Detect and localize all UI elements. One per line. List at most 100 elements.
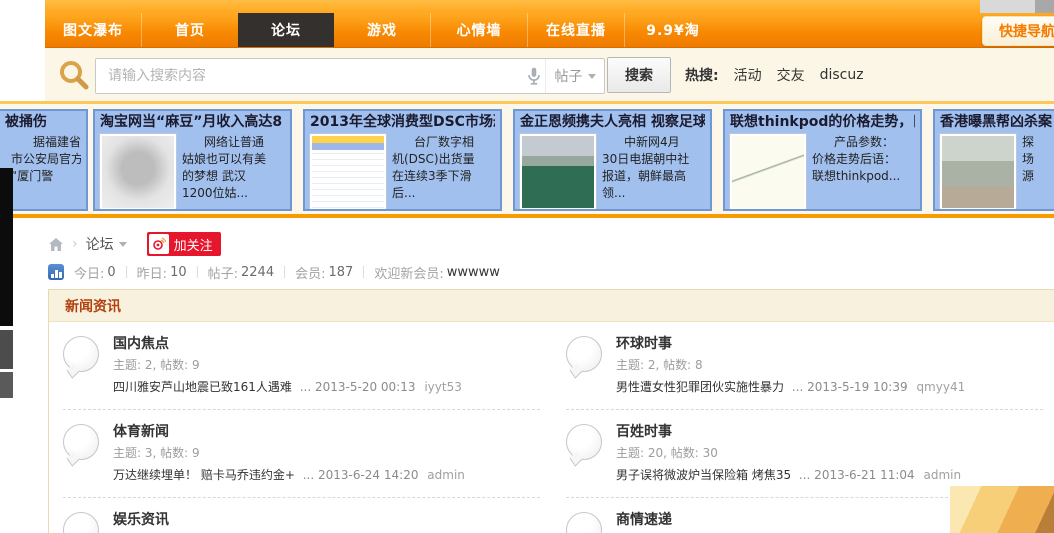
breadcrumb: › 论坛 加关注 xyxy=(48,231,221,257)
news-card[interactable]: 淘宝网当“麻豆”月收入高达8 网络让普通 姑娘也可以有美 的梦想 武汉 1200… xyxy=(93,109,292,211)
browser-scrollbar-thumb[interactable] xyxy=(1035,0,1054,13)
news-card-text: 产品参数： xyxy=(834,135,895,149)
stat-value: 10 xyxy=(170,264,187,280)
news-card-text: 1200位姑... xyxy=(182,186,248,200)
forum-category-title[interactable]: 新闻资讯 xyxy=(65,296,121,316)
forum-title[interactable]: 百姓时事 xyxy=(616,423,1043,442)
stat-label: 今日: xyxy=(74,266,105,282)
forum-stats: 主题: 3, 帖数: 9 xyxy=(113,446,200,460)
forum-title[interactable]: 环球时事 xyxy=(616,335,1043,354)
microphone-icon[interactable] xyxy=(523,65,545,87)
news-thumb-chart xyxy=(729,133,807,209)
news-card-title: 被捅伤 xyxy=(5,114,47,130)
quick-nav-button[interactable]: 快捷导航 xyxy=(982,16,1054,46)
news-card-title: 2013年全球消费型DSC市场恐 xyxy=(310,114,495,130)
forum-title[interactable]: 娱乐资讯 xyxy=(113,511,540,530)
news-card[interactable]: 2013年全球消费型DSC市场恐 台厂数字相 机(DSC)出货量 在连续3季下滑… xyxy=(303,109,502,211)
lastpost-user[interactable]: admin xyxy=(924,468,962,482)
news-card-text: 中新网4月 xyxy=(624,135,680,149)
search-input-group: 帖子 xyxy=(95,58,605,94)
hot-search-label: 热搜: xyxy=(685,67,719,84)
main-navbar: 图文瀑布 首页 论坛 游戏 心情墙 在线直播 9.9¥淘 快捷导航 xyxy=(45,13,1054,48)
tab-taobao[interactable]: 9.9¥淘 xyxy=(624,13,721,47)
stat-label: 帖子: xyxy=(207,266,238,282)
search-button[interactable]: 搜索 xyxy=(607,57,671,93)
lastpost-title[interactable]: 万达继续埋单！ 赔卡马乔违约金+ xyxy=(113,468,295,482)
news-card-text: 领... xyxy=(602,186,626,200)
lastpost-time: ... 2013-5-19 10:39 xyxy=(791,380,908,394)
lastpost-user[interactable]: admin xyxy=(427,468,465,482)
forum-lastpost[interactable]: 万达继续埋单！ 赔卡马乔违约金+ ... 2013-6-24 14:20 adm… xyxy=(113,466,540,484)
left-floating-widget[interactable] xyxy=(0,330,13,369)
lastpost-time: ... 2013-6-24 14:20 xyxy=(302,468,419,482)
page: 图文瀑布 首页 论坛 游戏 心情墙 在线直播 9.9¥淘 快捷导航 帖子 xyxy=(0,0,1054,533)
hot-search: 热搜: 活动 交友 discuz xyxy=(685,48,864,101)
news-card[interactable]: 被捅伤 据福建省厦 市公安局官方 “厦门警 xyxy=(0,109,88,211)
tab-forum[interactable]: 论坛 xyxy=(238,13,334,47)
news-card-title: 联想thinkpod的价格走势，目前 xyxy=(730,114,915,130)
forum-title[interactable]: 国内焦点 xyxy=(113,335,540,354)
search-type-label: 帖子 xyxy=(554,69,583,85)
tab-games[interactable]: 游戏 xyxy=(334,13,430,47)
lastpost-title[interactable]: 四川雅安芦山地震已致161人遇难 xyxy=(113,380,292,394)
forum-lastpost[interactable]: 男子误将微波炉当保险箱 烤焦35 ... 2013-6-21 11:04 adm… xyxy=(616,466,1043,484)
news-card-text: 姑娘也可以有美 xyxy=(182,152,267,166)
search-icon xyxy=(60,61,89,90)
hot-search-item[interactable]: discuz xyxy=(820,67,864,83)
forum-stats: 主题: 2, 帖数: 9 xyxy=(113,358,200,372)
tab-waterfall[interactable]: 图文瀑布 xyxy=(45,13,141,47)
lastpost-user[interactable]: iyyt53 xyxy=(424,380,462,394)
left-floating-widget[interactable] xyxy=(0,168,13,326)
corner-popup-image[interactable] xyxy=(950,486,1054,533)
weibo-icon xyxy=(148,234,169,254)
news-card-text: 30日电据朝中社 xyxy=(602,152,690,166)
forum-item[interactable]: 娱乐资讯 xyxy=(63,498,540,533)
news-card-title: 金正恩频携夫人亮相 视察足球 xyxy=(520,114,705,130)
forum-item[interactable]: 环球时事 主题: 2, 帖数: 8 男性遭女性犯罪团伙实施性暴力 ... 201… xyxy=(566,322,1043,410)
forum-bubble-icon xyxy=(566,512,602,533)
hot-search-item[interactable]: 交友 xyxy=(777,65,805,85)
chevron-down-icon xyxy=(118,241,127,247)
tab-home[interactable]: 首页 xyxy=(141,13,238,47)
lastpost-title[interactable]: 男性遭女性犯罪团伙实施性暴力 xyxy=(616,380,784,394)
hot-search-item[interactable]: 活动 xyxy=(734,65,762,85)
search-input[interactable] xyxy=(96,68,523,84)
forum-item[interactable]: 百姓时事 主题: 20, 帖数: 30 男子误将微波炉当保险箱 烤焦35 ...… xyxy=(566,410,1043,498)
tab-live[interactable]: 在线直播 xyxy=(527,13,624,47)
left-floating-widget[interactable] xyxy=(0,372,13,398)
forum-title[interactable]: 体育新闻 xyxy=(113,423,540,442)
news-card[interactable]: 联想thinkpod的价格走势，目前 产品参数： 价格走势后语： 联想think… xyxy=(723,109,922,211)
news-card[interactable]: 香港曝黑帮凶杀案 探 场 源 xyxy=(933,109,1054,211)
stat-label: 会员: xyxy=(295,266,326,282)
breadcrumb-forum-label: 论坛 xyxy=(85,237,114,253)
lastpost-title[interactable]: 男子误将微波炉当保险箱 烤焦35 xyxy=(616,468,791,482)
tab-moodwall[interactable]: 心情墙 xyxy=(430,13,527,47)
chevron-down-icon xyxy=(587,73,596,79)
forum-lastpost[interactable]: 男性遭女性犯罪团伙实施性暴力 ... 2013-5-19 10:39 qmyy4… xyxy=(616,378,1043,396)
forum-stats: 主题: 2, 帖数: 8 xyxy=(616,358,703,372)
search-type-select[interactable]: 帖子 xyxy=(545,59,604,93)
home-icon[interactable] xyxy=(48,237,64,252)
news-card-text: 台厂数字相 xyxy=(414,135,475,149)
news-card[interactable]: 金正恩频携夫人亮相 视察足球 中新网4月 30日电据朝中社 报道，朝鲜最高 领.… xyxy=(513,109,712,211)
news-card-text: 在连续3季下滑 xyxy=(392,169,472,183)
news-thumb-person xyxy=(99,133,177,209)
news-card-text: 探 xyxy=(1022,135,1035,149)
breadcrumb-forum-link[interactable]: 论坛 xyxy=(86,234,127,254)
forum-lastpost[interactable]: 四川雅安芦山地震已致161人遇难 ... 2013-5-20 00:13 iyy… xyxy=(113,378,540,396)
weibo-follow-button[interactable]: 加关注 xyxy=(146,232,221,256)
forum-category-header[interactable]: 新闻资讯 xyxy=(49,290,1054,322)
forum-stats: 主题: 20, 帖数: 30 xyxy=(616,446,718,460)
news-card-text: 机(DSC)出货量 xyxy=(392,152,475,166)
lastpost-user[interactable]: qmyy41 xyxy=(916,380,965,394)
browser-scrollbar-stub[interactable] xyxy=(980,0,1035,13)
forum-item[interactable]: 国内焦点 主题: 2, 帖数: 9 四川雅安芦山地震已致161人遇难 ... 2… xyxy=(63,322,540,410)
stat-value: 187 xyxy=(328,264,354,280)
news-thumb-table xyxy=(309,133,387,209)
stat-label: 欢迎新会员: xyxy=(374,266,444,282)
search-band: 帖子 搜索 热搜: 活动 交友 discuz xyxy=(45,48,1054,101)
news-card-text: 联想thinkpod... xyxy=(812,169,901,183)
forum-item[interactable]: 体育新闻 主题: 3, 帖数: 9 万达继续埋单！ 赔卡马乔违约金+ ... 2… xyxy=(63,410,540,498)
new-member-name[interactable]: wwwww xyxy=(447,265,500,280)
stat-value: 2244 xyxy=(241,264,275,280)
